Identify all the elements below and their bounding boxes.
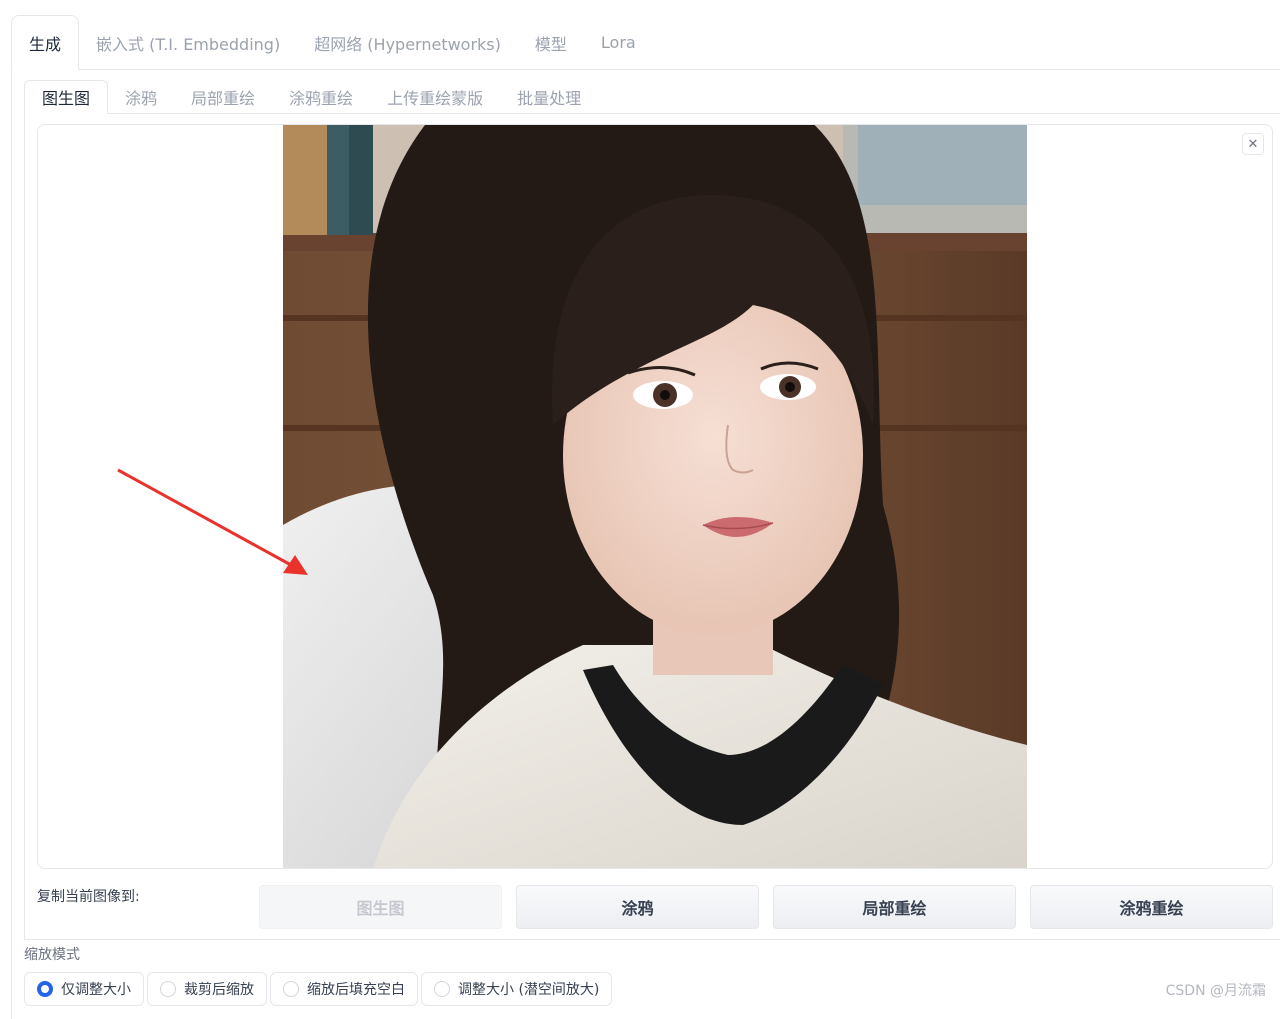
resize-option-latent-upscale[interactable]: 调整大小 (潜空间放大) bbox=[421, 972, 613, 1006]
radio-label: 调整大小 (潜空间放大) bbox=[458, 982, 600, 998]
tab-sketch[interactable]: 涂鸦 bbox=[108, 80, 174, 114]
tab-hypernetworks[interactable]: 超网络 (Hypernetworks) bbox=[297, 15, 518, 70]
tab-batch[interactable]: 批量处理 bbox=[500, 80, 598, 114]
tab-lora[interactable]: Lora bbox=[584, 15, 653, 70]
resize-mode-label: 缩放模式 bbox=[24, 947, 80, 963]
close-icon[interactable]: ✕ bbox=[1242, 133, 1264, 155]
top-tab-divider bbox=[78, 69, 1280, 70]
resize-option-just-resize[interactable]: 仅调整大小 bbox=[24, 972, 144, 1006]
radio-unchecked-icon[interactable] bbox=[160, 981, 176, 997]
radio-checked-icon[interactable] bbox=[37, 981, 53, 997]
resize-mode-radio-group: 仅调整大小 裁剪后缩放 缩放后填充空白 调整大小 (潜空间放大) bbox=[24, 972, 613, 1006]
copy-to-sketch-button[interactable]: 涂鸦 bbox=[516, 885, 759, 929]
radio-unchecked-icon[interactable] bbox=[434, 981, 450, 997]
top-tab-bar: 生成 嵌入式 (T.I. Embedding) 超网络 (Hypernetwor… bbox=[11, 15, 653, 70]
tab-inpaint-sketch[interactable]: 涂鸦重绘 bbox=[272, 80, 370, 114]
uploaded-image bbox=[283, 125, 1027, 868]
copy-to-inpaint-button[interactable]: 局部重绘 bbox=[773, 885, 1016, 929]
radio-unchecked-icon[interactable] bbox=[283, 981, 299, 997]
radio-label: 仅调整大小 bbox=[61, 982, 131, 998]
resize-option-resize-and-fill[interactable]: 缩放后填充空白 bbox=[270, 972, 418, 1006]
tab-inpaint-upload[interactable]: 上传重绘蒙版 bbox=[370, 80, 500, 114]
copy-to-inpaint-sketch-button[interactable]: 涂鸦重绘 bbox=[1030, 885, 1273, 929]
watermark: CSDN @月流霜 bbox=[1165, 983, 1266, 999]
copy-to-label: 复制当前图像到: bbox=[37, 889, 140, 905]
tab-img2img[interactable]: 图生图 bbox=[24, 80, 109, 114]
radio-label: 缩放后填充空白 bbox=[307, 982, 405, 998]
resize-option-crop-and-resize[interactable]: 裁剪后缩放 bbox=[147, 972, 267, 1006]
radio-label: 裁剪后缩放 bbox=[184, 982, 254, 998]
sub-tab-bar: 图生图 涂鸦 局部重绘 涂鸦重绘 上传重绘蒙版 批量处理 bbox=[24, 80, 598, 114]
copy-to-img2img-button[interactable]: 图生图 bbox=[259, 885, 502, 929]
tab-inpaint[interactable]: 局部重绘 bbox=[174, 80, 272, 114]
tab-embedding[interactable]: 嵌入式 (T.I. Embedding) bbox=[79, 15, 297, 70]
image-input-area[interactable]: ✕ bbox=[37, 124, 1273, 869]
tab-generate[interactable]: 生成 bbox=[11, 15, 80, 70]
tab-models[interactable]: 模型 bbox=[518, 15, 584, 70]
